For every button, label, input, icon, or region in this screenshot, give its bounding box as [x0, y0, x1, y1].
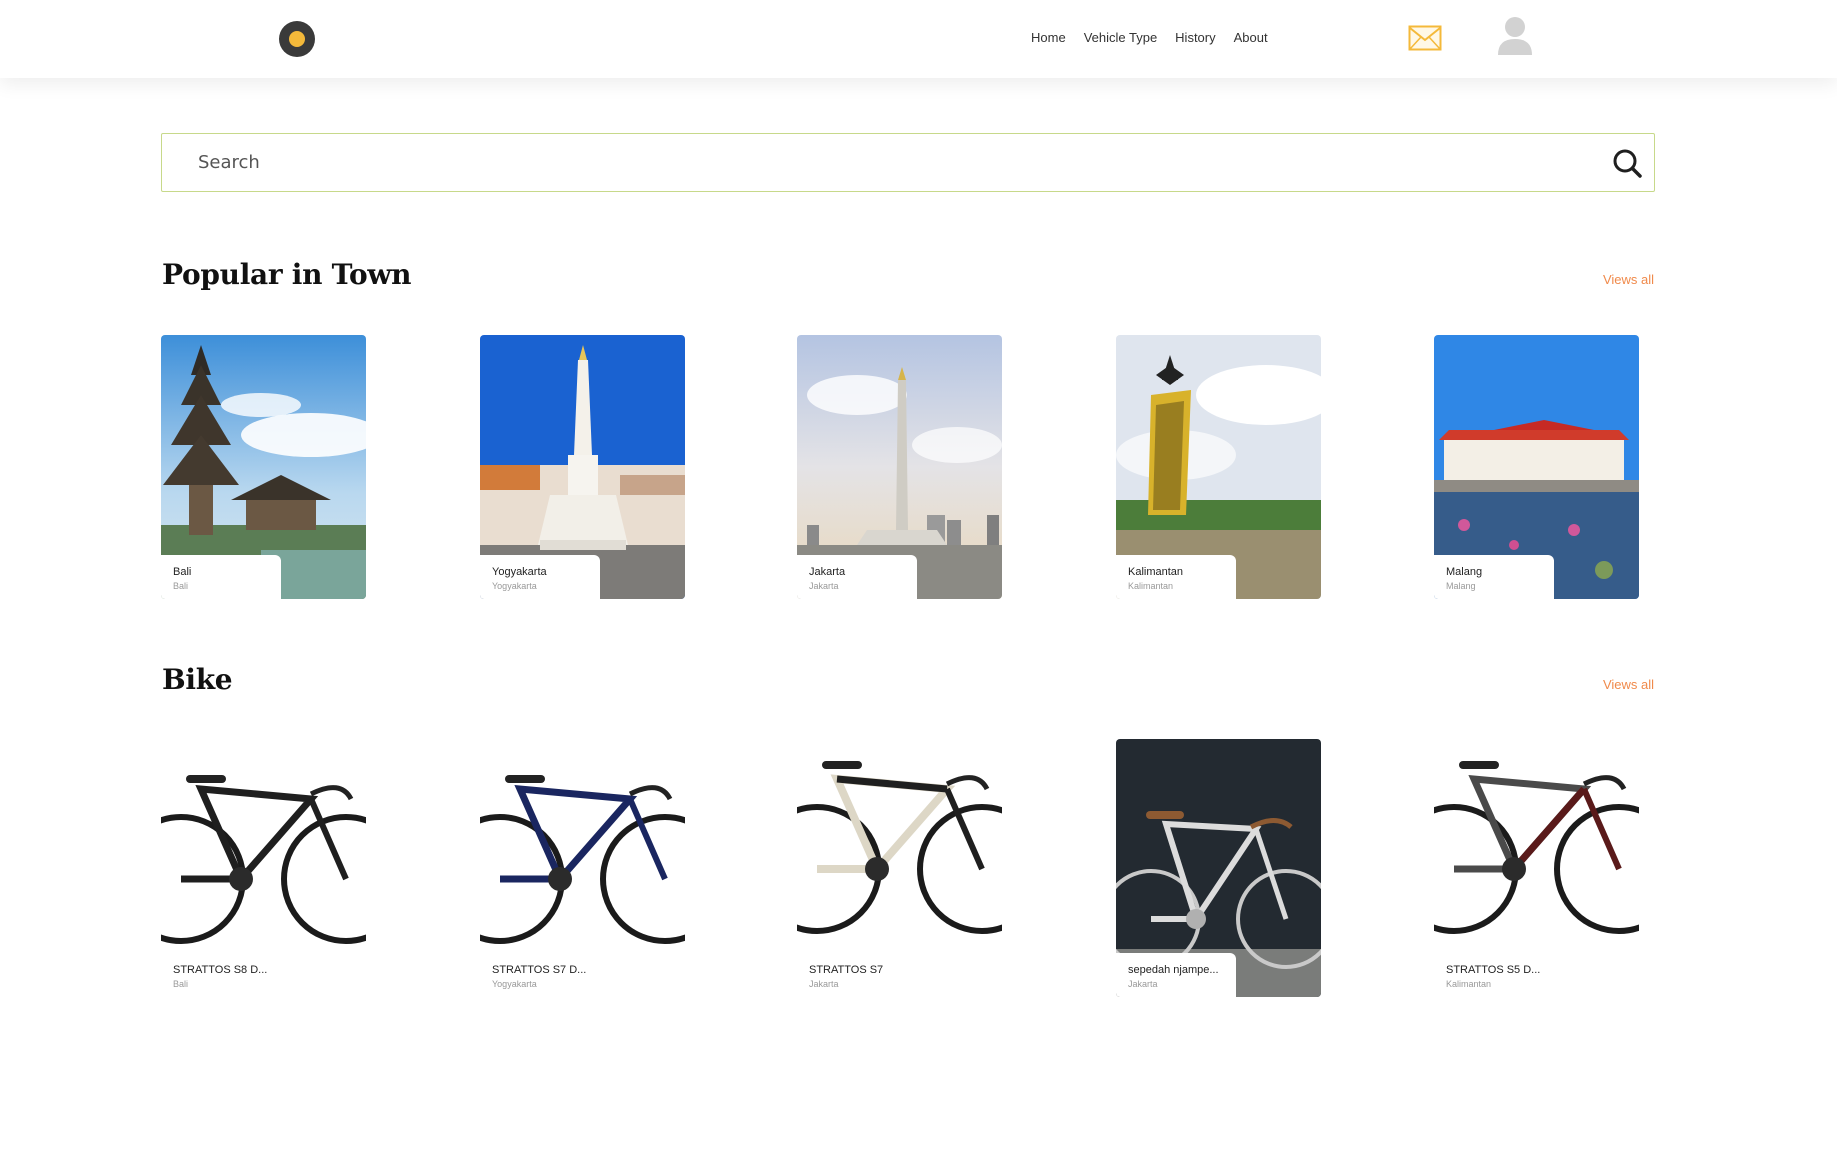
card-title: Bali: [173, 566, 192, 578]
card-label: STRATTOS S7 D... Yogyakarta: [480, 953, 600, 997]
main-nav: Home Vehicle Type History About: [1031, 30, 1268, 45]
card-label: Malang Malang: [1434, 555, 1554, 599]
popular-card-kalimantan[interactable]: Kalimantan Kalimantan: [1116, 335, 1321, 599]
nav-about[interactable]: About: [1234, 30, 1268, 45]
bike-views-all-link[interactable]: Views all: [1603, 677, 1654, 692]
popular-card-bali[interactable]: Bali Bali: [161, 335, 366, 599]
popular-section-title: Popular in Town: [162, 258, 412, 291]
card-title: STRATTOS S5 D...: [1446, 964, 1541, 976]
card-label: Yogyakarta Yogyakarta: [480, 555, 600, 599]
card-label: Kalimantan Kalimantan: [1116, 555, 1236, 599]
avatar[interactable]: [1496, 15, 1534, 57]
card-label: STRATTOS S8 D... Bali: [161, 953, 281, 997]
card-subtitle: Yogyakarta: [492, 581, 537, 591]
bike-card-sepedah-njampe[interactable]: sepedah njampe... Jakarta: [1116, 739, 1321, 997]
bike-card-strattos-s7[interactable]: STRATTOS S7 Jakarta: [797, 739, 1002, 997]
card-title: STRATTOS S8 D...: [173, 964, 268, 976]
popular-card-malang[interactable]: Malang Malang: [1434, 335, 1639, 599]
card-title: Malang: [1446, 566, 1483, 578]
card-title: Yogyakarta: [492, 566, 547, 578]
card-subtitle: Jakarta: [1128, 979, 1158, 989]
card-subtitle: Kalimantan: [1128, 581, 1174, 591]
logo-dot: [289, 31, 305, 47]
bike-card-strattos-s7-d[interactable]: STRATTOS S7 D... Yogyakarta: [480, 739, 685, 997]
popular-card-yogyakarta[interactable]: Yogyakarta Yogyakarta: [480, 335, 685, 599]
logo[interactable]: [279, 21, 315, 57]
search-bar: [161, 133, 1655, 192]
card-title: STRATTOS S7: [809, 964, 884, 976]
top-navbar: Home Vehicle Type History About: [0, 0, 1837, 78]
card-title: STRATTOS S7 D...: [492, 964, 587, 976]
mail-icon[interactable]: [1408, 25, 1442, 51]
card-label: STRATTOS S5 D... Kalimantan: [1434, 953, 1554, 997]
nav-history[interactable]: History: [1175, 30, 1215, 45]
bike-section-title: Bike: [162, 663, 233, 696]
card-title: sepedah njampe...: [1128, 964, 1219, 976]
card-label: Jakarta Jakarta: [797, 555, 917, 599]
card-subtitle: Yogyakarta: [492, 979, 537, 989]
nav-home[interactable]: Home: [1031, 30, 1066, 45]
card-subtitle: Bali: [173, 979, 189, 989]
card-label: sepedah njampe... Jakarta: [1116, 953, 1236, 997]
card-label: Bali Bali: [161, 555, 281, 599]
popular-card-jakarta[interactable]: Jakarta Jakarta: [797, 335, 1002, 599]
card-subtitle: Malang: [1446, 581, 1476, 591]
card-subtitle: Jakarta: [809, 581, 839, 591]
card-subtitle: Kalimantan: [1446, 979, 1492, 989]
card-title: Jakarta: [809, 566, 846, 578]
bike-card-strattos-s8-d[interactable]: STRATTOS S8 D... Bali: [161, 739, 366, 997]
nav-vehicle-type[interactable]: Vehicle Type: [1084, 30, 1157, 45]
card-label: STRATTOS S7 Jakarta: [797, 953, 917, 997]
bike-card-strattos-s5-d[interactable]: STRATTOS S5 D... Kalimantan: [1434, 739, 1639, 997]
card-subtitle: Bali: [173, 581, 189, 591]
card-subtitle: Jakarta: [809, 979, 839, 989]
card-title: Kalimantan: [1128, 566, 1184, 578]
search-icon[interactable]: [1612, 148, 1642, 178]
popular-views-all-link[interactable]: Views all: [1603, 272, 1654, 287]
search-input[interactable]: [198, 134, 1578, 190]
